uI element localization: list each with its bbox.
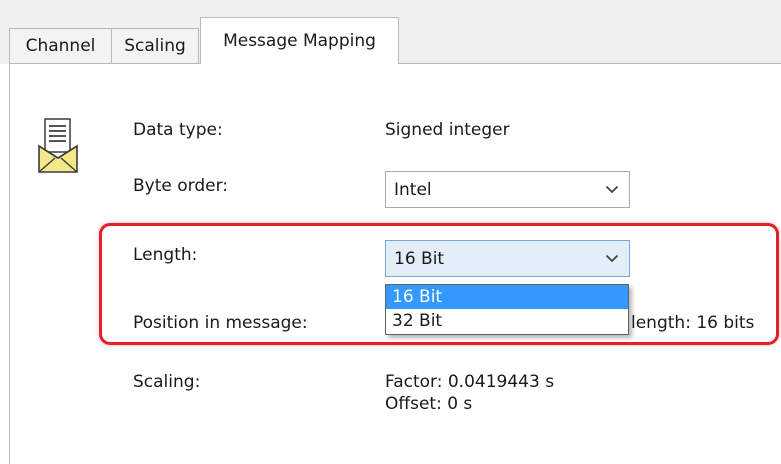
- tab-channel-label: Channel: [25, 36, 96, 56]
- chevron-down-icon[interactable]: [595, 241, 629, 276]
- data-type-label: Data type:: [133, 120, 223, 140]
- tab-scaling[interactable]: Scaling: [111, 28, 199, 63]
- byte-order-selected-value: Intel: [394, 179, 432, 200]
- length-option-32-bit[interactable]: 32 Bit: [386, 309, 628, 333]
- scaling-factor-value: Factor: 0.0419443 s: [385, 372, 555, 392]
- length-dropdown-list[interactable]: 16 Bit 32 Bit: [385, 284, 629, 335]
- length-combobox[interactable]: 16 Bit: [385, 240, 630, 277]
- scaling-label: Scaling:: [133, 372, 201, 392]
- tab-message-mapping[interactable]: Message Mapping: [200, 17, 399, 64]
- envelope-document-icon: [38, 118, 78, 173]
- byte-order-combobox[interactable]: Intel: [385, 171, 630, 208]
- length-label: Length:: [133, 245, 198, 265]
- tab-message-mapping-label: Message Mapping: [223, 31, 376, 51]
- data-type-value: Signed integer: [385, 120, 510, 140]
- byte-order-label: Byte order:: [133, 176, 229, 196]
- tab-scaling-label: Scaling: [124, 36, 186, 56]
- position-in-message-label: Position in message:: [133, 313, 308, 333]
- scaling-offset-value: Offset: 0 s: [385, 394, 473, 414]
- chevron-down-icon[interactable]: [595, 172, 629, 207]
- tab-channel[interactable]: Channel: [9, 28, 112, 63]
- position-length-value: length: 16 bits: [631, 313, 755, 333]
- length-option-16-bit[interactable]: 16 Bit: [386, 285, 628, 309]
- length-selected-value: 16 Bit: [394, 248, 445, 269]
